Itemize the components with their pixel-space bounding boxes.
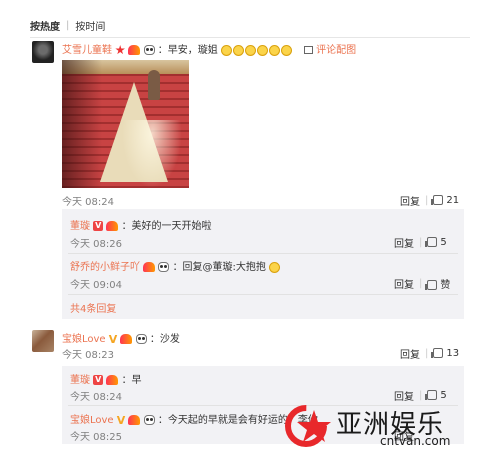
thumbs-up-icon	[425, 390, 438, 400]
sort-by-time[interactable]: 按时间	[75, 18, 105, 33]
comment-username[interactable]: 艾雪儿童鞋	[62, 45, 112, 56]
panda-badge-icon	[143, 415, 155, 425]
thumbs-up-icon	[425, 237, 438, 247]
comment-photo[interactable]	[62, 60, 189, 188]
reply-actions: 回复 | 5	[394, 235, 447, 250]
comment-header: 艾雪儿童鞋 ：早安，璇姐 评论配图	[62, 41, 356, 56]
reply-username[interactable]: 舒乔的小鲜子吖	[70, 262, 140, 273]
thumbs-up-icon	[431, 348, 444, 358]
comment-time: 今天 08:24	[62, 197, 114, 208]
like-count: 21	[446, 195, 460, 206]
like-button[interactable]: 5	[425, 237, 447, 248]
verified-v-icon: V	[116, 413, 126, 427]
comment-header: 宝娘Love V ：沙发	[62, 330, 180, 346]
like-button[interactable]: 13	[431, 348, 460, 359]
like-button[interactable]: 赞	[425, 276, 451, 291]
thumbs-up-icon	[425, 280, 438, 290]
reply-time: 今天 09:04	[70, 280, 122, 291]
blush-emoji-icon	[280, 44, 292, 56]
reply-actions: 回复 | 赞	[394, 276, 451, 291]
verified-v-icon: V	[108, 332, 118, 346]
reply-button[interactable]: 回复	[394, 388, 414, 403]
reply-text: ：早	[121, 375, 142, 386]
like-count: 5	[440, 390, 447, 401]
comment-time: 今天 08:23	[62, 350, 114, 361]
like-label: 赞	[440, 280, 451, 291]
panda-badge-icon	[158, 262, 170, 272]
reply-button[interactable]: 回复	[394, 276, 414, 291]
blush-emoji-icon	[232, 44, 244, 56]
comment-actions: 回复 | 13	[400, 346, 460, 361]
reply-button[interactable]: 回复	[394, 235, 414, 250]
blush-emoji-icon	[244, 44, 256, 56]
verified-v-icon: V	[93, 221, 104, 231]
like-button[interactable]: 5	[425, 390, 447, 401]
reply-header: 董璇 V ：美好的一天开始啦	[70, 217, 212, 232]
star-badge-icon	[115, 45, 125, 55]
like-count: 13	[446, 348, 460, 359]
blush-emoji-icon	[256, 44, 268, 56]
panda-badge-icon	[135, 334, 147, 344]
reply-username[interactable]: 宝娘Love	[70, 415, 114, 426]
reply-text: ：美好的一天开始啦	[121, 221, 212, 232]
fan-badge-icon	[106, 221, 119, 231]
reply-time: 今天 08:25	[70, 432, 122, 443]
sort-by-hot[interactable]: 按热度	[30, 18, 60, 33]
fan-badge-icon	[106, 375, 119, 385]
comment-pic-label: 评论配图	[316, 45, 357, 56]
reply-time: 今天 08:26	[70, 239, 122, 250]
reply-time: 今天 08:24	[70, 392, 122, 403]
comment-actions: 回复 | 21	[400, 193, 460, 208]
thumbs-up-icon	[431, 195, 444, 205]
sort-separator: |	[66, 20, 70, 31]
comment-username[interactable]: 宝娘Love	[62, 334, 106, 345]
reply-header: 舒乔的小鲜子吖 ：回复@董璇:大抱抱	[70, 258, 281, 273]
divider	[68, 294, 458, 295]
like-button[interactable]: 21	[431, 195, 460, 206]
watermark: 亚洲娱乐 cntvan.com	[284, 402, 474, 450]
avatar[interactable]	[32, 330, 54, 352]
reply-actions: 回复 | 5	[394, 388, 447, 403]
fan-badge-icon	[128, 45, 141, 55]
divider	[68, 253, 458, 254]
reply-button[interactable]: 回复	[400, 346, 420, 361]
fan-badge-icon	[143, 262, 156, 272]
watermark-url: cntvan.com	[380, 434, 451, 448]
sort-bar: 按热度 | 按时间	[30, 14, 470, 38]
comment-text: ：早安，璇姐	[157, 45, 218, 56]
fan-badge-icon	[120, 334, 133, 344]
blush-emoji-icon	[220, 44, 232, 56]
more-replies-link[interactable]: 共4条回复	[70, 300, 116, 315]
hug-emoji-icon	[269, 261, 281, 273]
reply-username[interactable]: 董璇	[70, 221, 90, 232]
verified-v-icon: V	[93, 375, 104, 385]
reply-header: 宝娘Love V ：今天起的早就是会有好运的。李你	[70, 411, 318, 427]
reply-button[interactable]: 回复	[400, 193, 420, 208]
watermark-logo-icon	[285, 405, 331, 447]
fan-badge-icon	[128, 415, 141, 425]
picture-icon	[304, 46, 314, 54]
reply-header: 董璇 V ：早	[70, 371, 142, 386]
reply-text: ：回复@董璇:大抱抱	[172, 262, 266, 273]
comment-text: ：沙发	[149, 334, 180, 345]
reply-username[interactable]: 董璇	[70, 375, 90, 386]
blush-emoji-icon	[268, 44, 280, 56]
comment-pic-link[interactable]: 评论配图	[304, 45, 356, 56]
avatar[interactable]	[32, 41, 54, 63]
panda-badge-icon	[143, 45, 155, 55]
like-count: 5	[440, 237, 447, 248]
